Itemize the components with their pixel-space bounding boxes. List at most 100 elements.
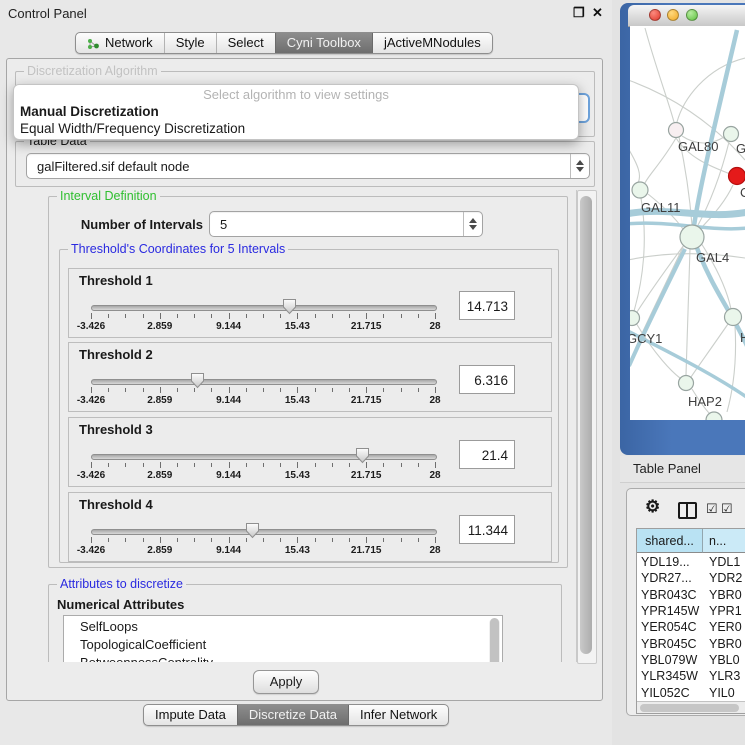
table-row[interactable]: YPR145WYPR1 (637, 603, 745, 619)
slider-track[interactable] (91, 454, 437, 460)
tab-impute-data[interactable]: Impute Data (144, 705, 237, 725)
network-nodes[interactable] (630, 123, 745, 421)
table-row[interactable]: YER054CYER0 (637, 619, 745, 635)
threshold-3-value[interactable]: 21.4 (459, 440, 515, 469)
slider-tick-labels: -3.4262.8599.14415.4321.71528 (91, 470, 435, 482)
tab-discretize-data[interactable]: Discretize Data (237, 705, 348, 725)
group-label: Attributes to discretize (57, 577, 186, 591)
stepper-icon[interactable] (463, 212, 482, 236)
slider-thumb[interactable] (355, 447, 370, 464)
attributes-group: Attributes to discretize Numerical Attri… (48, 584, 562, 662)
slider-tick-labels: -3.4262.8599.14415.4321.71528 (91, 395, 435, 407)
number-of-intervals-combobox[interactable]: 5 (209, 211, 483, 237)
table-rows: YDL19...YDL1YDR27...YDR2YBR043CYBR0YPR14… (637, 554, 745, 701)
slider-track[interactable] (91, 305, 437, 311)
stepper-icon[interactable] (570, 154, 589, 178)
checkbox-icon[interactable]: ☑ (706, 501, 718, 517)
node-label: GAL80 (678, 139, 718, 154)
threshold-4-value[interactable]: 11.344 (459, 515, 515, 544)
node-gal80[interactable] (669, 123, 684, 138)
table-row[interactable]: YDL19...YDL1 (637, 554, 745, 570)
network-window-titlebar[interactable] (628, 5, 745, 27)
node-label: HAP2 (688, 394, 722, 409)
list-item[interactable]: TopologicalCoefficient (80, 637, 206, 655)
numerical-attributes-list: SelfLoops TopologicalCoefficient Between… (63, 615, 503, 662)
tab-jactivemnodules[interactable]: jActiveMNodules (372, 33, 492, 53)
node-label: GCY1 (630, 331, 662, 346)
threshold-1-slider[interactable]: -3.4262.8599.14415.4321.71528 (91, 269, 435, 337)
table-horizontal-scrollbar[interactable] (637, 701, 745, 714)
column-header-shared-name[interactable]: shared... (637, 529, 703, 553)
slider-thumb[interactable] (245, 522, 260, 539)
tab-network[interactable]: Network (76, 33, 164, 53)
columns-icon[interactable] (678, 502, 697, 519)
node-top-right[interactable] (724, 127, 739, 142)
table-row[interactable]: YBR045CYBR0 (637, 636, 745, 652)
column-header-name[interactable]: n... (703, 529, 745, 553)
checkbox-icon[interactable]: ☑ (721, 501, 733, 517)
settings-scrollbar[interactable] (577, 190, 597, 664)
control-panel: Control Panel ❐ ✕ Network Style Select C… (0, 0, 612, 745)
slider-thumb[interactable] (282, 298, 297, 315)
node-bottom[interactable] (706, 412, 722, 420)
gear-icon[interactable]: ⚙ (645, 497, 660, 517)
node-attribute-table: shared... n... YDL19...YDL1YDR27...YDR2Y… (636, 528, 745, 714)
tab-select[interactable]: Select (216, 33, 275, 53)
algorithm-option-equal-width[interactable]: Equal Width/Frequency Discretization (20, 121, 572, 138)
tab-style[interactable]: Style (164, 33, 216, 53)
scrollbar-thumb[interactable] (640, 704, 739, 712)
table-row[interactable]: YLR345WYLR3 (637, 668, 745, 684)
threshold-4-panel: Threshold 4 -3.4262.8599.14415.4321.7152… (68, 492, 552, 562)
node-gal4[interactable] (680, 225, 704, 249)
table-row[interactable]: YBR043CYBR0 (637, 587, 745, 603)
tab-infer-network[interactable]: Infer Network (348, 705, 448, 725)
tab-label: Select (228, 35, 264, 51)
threshold-2-value[interactable]: 6.316 (459, 365, 515, 394)
group-label: Interval Definition (57, 190, 160, 203)
list-item[interactable]: BetweennessCentrality (80, 655, 213, 662)
node-label: GAL4 (696, 250, 729, 265)
list-item[interactable]: SelfLoops (80, 619, 138, 637)
tab-label: Network (105, 35, 153, 51)
slider-track[interactable] (91, 379, 437, 385)
table-row[interactable]: YDR27...YDR2 (637, 570, 745, 586)
slider-track[interactable] (91, 529, 437, 535)
mac-minimize-button[interactable] (667, 9, 679, 21)
network-edges (630, 28, 745, 414)
node-selected-red[interactable] (729, 168, 745, 185)
tab-label: jActiveMNodules (384, 35, 481, 51)
table-row[interactable]: YIL052CYIL0 (637, 685, 745, 701)
tab-label: Infer Network (360, 707, 437, 723)
network-graph: GAL80 GA GAL11 GAL4 GCY1 H HAP2 C (630, 26, 745, 420)
tab-label: Impute Data (155, 707, 226, 723)
tab-cyni-toolbox[interactable]: Cyni Toolbox (275, 33, 372, 53)
threshold-3-panel: Threshold 3 -3.4262.8599.14415.4321.7152… (68, 417, 552, 487)
node-gcy1[interactable] (630, 311, 640, 326)
float-window-icon[interactable]: ❐ (573, 5, 585, 21)
node-gal11[interactable] (632, 182, 648, 198)
node-h[interactable] (725, 309, 742, 326)
network-canvas[interactable]: GAL80 GA GAL11 GAL4 GCY1 H HAP2 C (630, 26, 745, 420)
thresholds-group: Threshold's Coordinates for 5 Intervals … (59, 249, 559, 563)
table-data-combobox[interactable]: galFiltered.sif default node (26, 153, 590, 179)
slider-ticks (91, 387, 435, 394)
scrollbar-thumb[interactable] (580, 196, 592, 654)
algorithm-option-manual[interactable]: Manual Discretization (20, 104, 572, 121)
slider-thumb[interactable] (190, 372, 205, 389)
algorithm-prompt-item: Select algorithm to view settings (14, 87, 578, 102)
threshold-2-slider[interactable]: -3.4262.8599.14415.4321.71528 (91, 343, 435, 411)
apply-button[interactable]: Apply (253, 670, 319, 694)
threshold-1-value[interactable]: 14.713 (459, 291, 515, 320)
mac-zoom-button[interactable] (686, 9, 698, 21)
mac-close-button[interactable] (649, 9, 661, 21)
close-icon[interactable]: ✕ (592, 5, 603, 21)
list-scrollbar[interactable] (489, 618, 500, 662)
table-row[interactable]: YBL079WYBL0 (637, 652, 745, 668)
combobox-value: galFiltered.sif default node (27, 159, 570, 174)
top-tab-bar: Network Style Select Cyni Toolbox jActiv… (75, 32, 493, 54)
threshold-3-slider[interactable]: -3.4262.8599.14415.4321.71528 (91, 418, 435, 486)
threshold-4-slider[interactable]: -3.4262.8599.14415.4321.71528 (91, 493, 435, 561)
node-label: C (740, 185, 745, 200)
node-hap2[interactable] (679, 376, 694, 391)
slider-ticks (91, 462, 435, 469)
